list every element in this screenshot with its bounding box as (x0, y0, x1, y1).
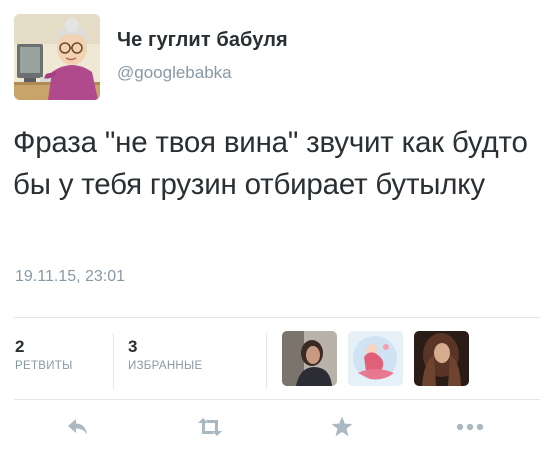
favorite-star-icon (331, 416, 353, 437)
profile-avatar[interactable] (14, 14, 100, 100)
stat-separator (113, 333, 114, 389)
more-button[interactable] (448, 410, 492, 444)
user-photo (414, 331, 469, 386)
retweet-button[interactable] (188, 410, 232, 444)
favorited-user-avatar-3[interactable] (414, 331, 469, 386)
reply-icon (68, 419, 87, 435)
stat-separator (266, 333, 267, 389)
retweets-label: РЕТВИТЫ (15, 360, 73, 372)
favorited-user-avatar-2[interactable] (348, 331, 403, 386)
author-name[interactable]: Че гуглит бабуля (117, 29, 288, 52)
favorites-label: ИЗБРАННЫЕ (128, 360, 203, 372)
retweets-stat[interactable]: 2 РЕТВИТЫ (15, 337, 73, 372)
more-dots-icon (456, 423, 484, 431)
user-photo (348, 331, 403, 386)
favorited-user-avatar-1[interactable] (282, 331, 337, 386)
reply-button[interactable] (58, 410, 98, 444)
author-handle[interactable]: @googlebabka (117, 63, 232, 83)
grandma-computer-illustration (14, 14, 100, 100)
top-divider (14, 317, 540, 318)
tweet-text: Фраза "не твоя вина" звучит как будто бы… (13, 126, 528, 201)
favorite-button[interactable] (322, 410, 362, 444)
favorites-count: 3 (128, 337, 138, 356)
retweet-icon (198, 418, 222, 436)
favorites-stat[interactable]: 3 ИЗБРАННЫЕ (128, 337, 203, 372)
retweets-count: 2 (15, 337, 25, 356)
tweet-timestamp[interactable]: 19.11.15, 23:01 (15, 268, 125, 286)
bottom-divider (14, 399, 540, 400)
user-photo (282, 331, 337, 386)
